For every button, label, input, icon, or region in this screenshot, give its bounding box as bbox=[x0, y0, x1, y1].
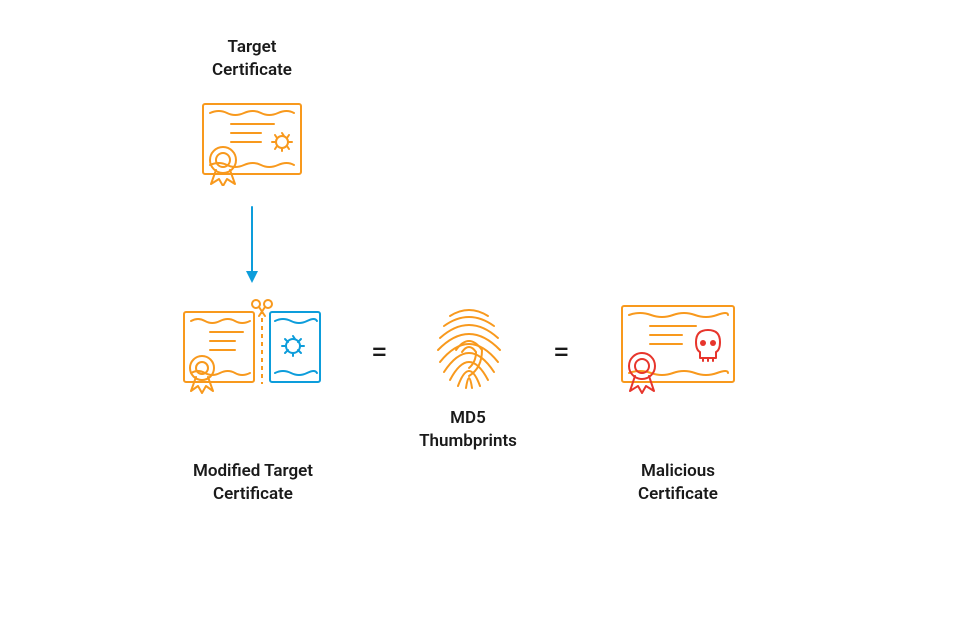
arrow-down-icon bbox=[244, 205, 260, 285]
skull-icon bbox=[696, 330, 720, 361]
equals-symbol-1: = bbox=[371, 335, 387, 370]
certificate-icon bbox=[199, 100, 305, 186]
target-certificate-label: TargetCertificate bbox=[172, 36, 332, 82]
md5-thumbprints-label: MD5Thumbprints bbox=[408, 407, 528, 453]
modified-certificate-icon bbox=[180, 298, 325, 394]
fingerprint-icon bbox=[430, 302, 508, 390]
malicious-certificate-label: MaliciousCertificate bbox=[618, 460, 738, 506]
modified-certificate-label: Modified TargetCertificate bbox=[168, 460, 338, 506]
equals-symbol-2: = bbox=[553, 335, 569, 370]
malicious-certificate-icon bbox=[618, 302, 738, 394]
